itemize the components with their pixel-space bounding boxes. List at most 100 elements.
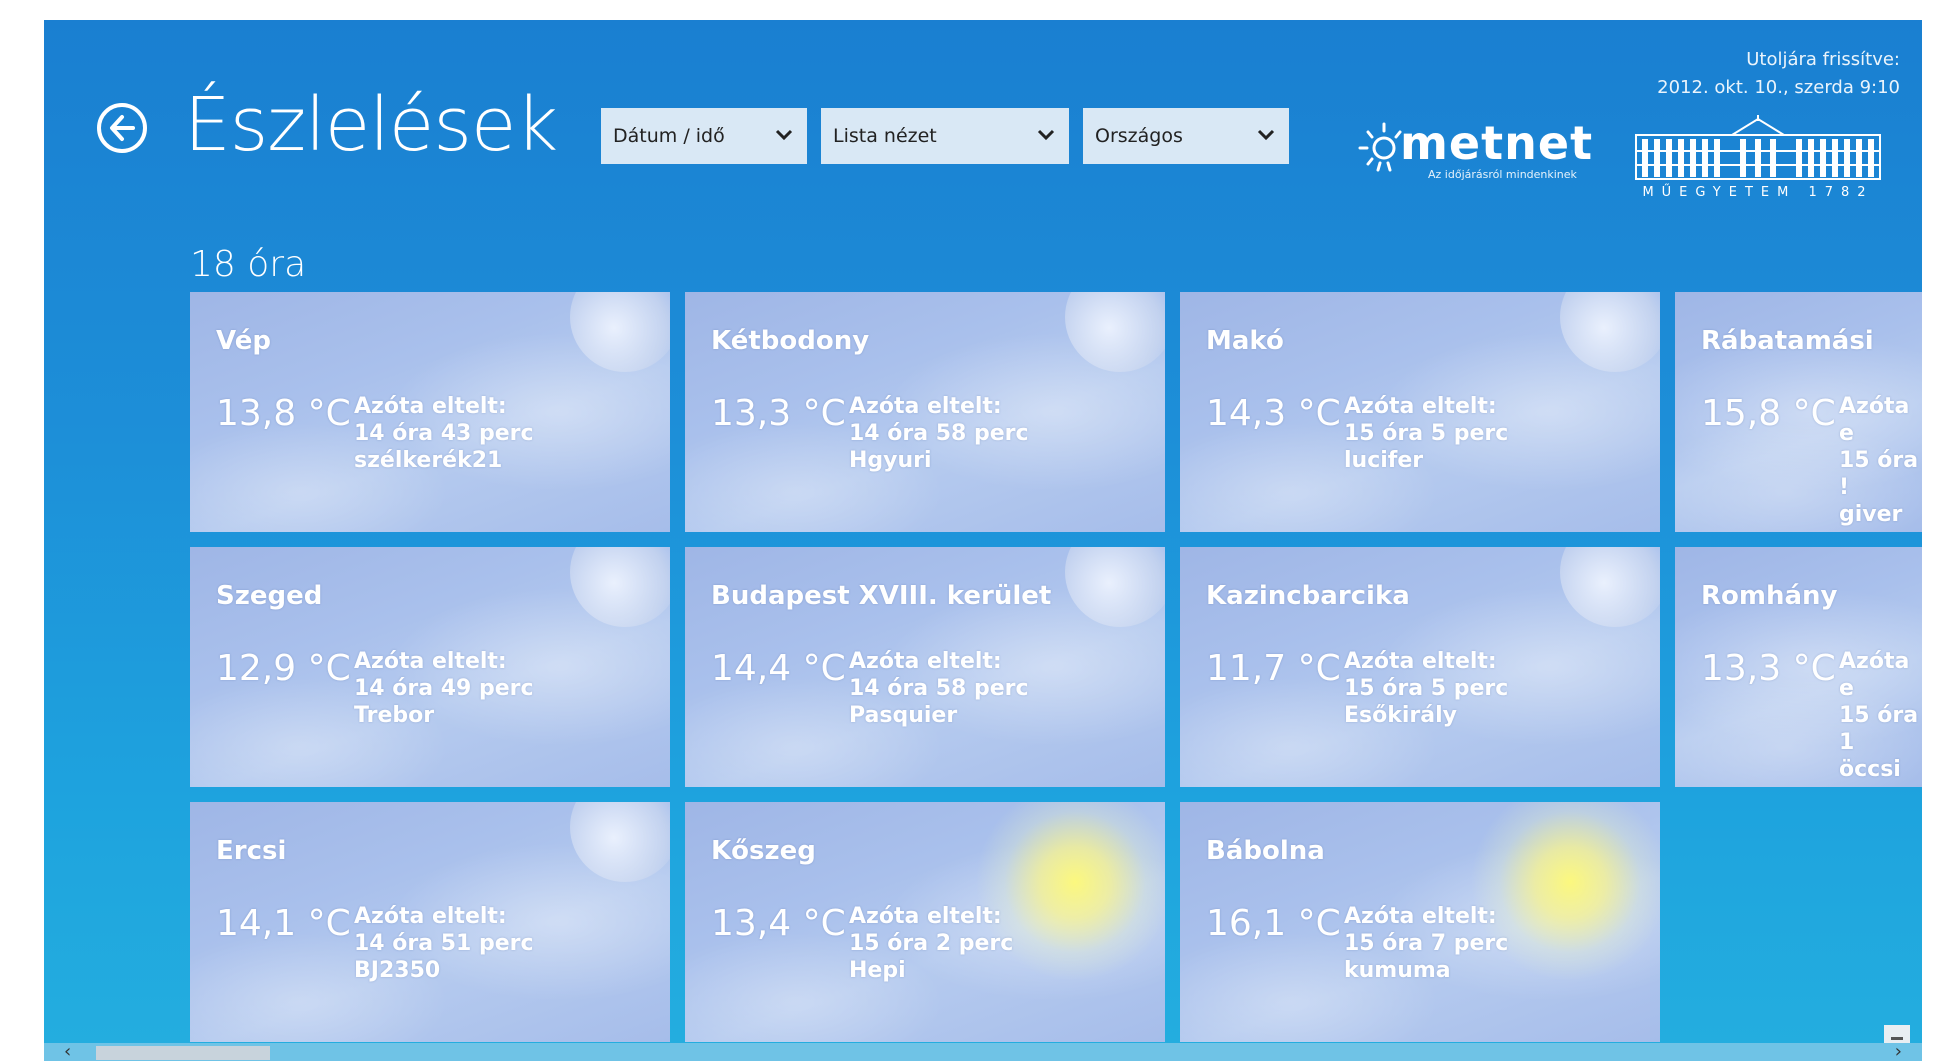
tile-city: Ercsi — [216, 836, 287, 866]
horizontal-scrollbar[interactable]: ‹ › — [44, 1043, 1922, 1061]
tile-elapsed: 15 óra 1 — [1839, 703, 1919, 755]
tile-city: Kétbodony — [711, 326, 870, 356]
filter-datetime-label: Dátum / idő — [613, 125, 725, 147]
tile-temperature: 13,4 °C — [711, 903, 846, 944]
tile-user: öccsi — [1839, 757, 1901, 782]
tile-user: BJ2350 — [354, 958, 441, 983]
metnet-name: metnet — [1400, 116, 1594, 170]
observation-tile-ketbodony[interactable]: Kétbodony 13,3 °C Azóta eltelt: 14 óra 5… — [685, 292, 1165, 532]
tile-elapsed-label: Azóta eltelt: — [1344, 649, 1497, 674]
tile-elapsed: 14 óra 43 perc — [354, 421, 534, 446]
tile-info: Azóta eltelt: 15 óra 5 perc Esőkirály — [1344, 648, 1508, 729]
tile-elapsed: 15 óra ! — [1839, 448, 1919, 500]
tile-info: Azóta eltelt: 14 óra 51 perc BJ2350 — [354, 903, 534, 984]
tile-info: Azóta eltelt: 14 óra 43 perc szélkerék21 — [354, 393, 534, 474]
tile-temperature: 14,3 °C — [1206, 393, 1341, 434]
observation-tile-ercsi[interactable]: Ercsi 14,1 °C Azóta eltelt: 14 óra 51 pe… — [190, 802, 670, 1042]
tile-elapsed-label: Azóta e — [1839, 649, 1910, 701]
arrow-left-icon — [110, 115, 135, 141]
tile-elapsed-label: Azóta eltelt: — [354, 904, 507, 929]
observation-tile-babolna[interactable]: Bábolna 16,1 °C Azóta eltelt: 15 óra 7 p… — [1180, 802, 1660, 1042]
scrollbar-thumb[interactable] — [96, 1046, 270, 1060]
tile-user: Pasquier — [849, 703, 958, 728]
observation-tile-vep[interactable]: Vép 13,8 °C Azóta eltelt: 14 óra 43 perc… — [190, 292, 670, 532]
tile-elapsed: 15 óra 7 perc — [1344, 931, 1509, 956]
tile-user: Trebor — [354, 703, 435, 728]
filter-region-label: Országos — [1095, 125, 1183, 147]
tile-elapsed: 14 óra 58 perc — [849, 421, 1029, 446]
filter-view-dropdown[interactable]: Lista nézet — [821, 108, 1069, 164]
last-updated-value: 2012. okt. 10., szerda 9:10 — [1657, 77, 1900, 98]
chevron-down-icon — [1037, 129, 1055, 141]
tile-temperature: 13,8 °C — [216, 393, 351, 434]
tile-info: Azóta e 15 óra ! giver — [1839, 393, 1922, 528]
tile-temperature: 14,4 °C — [711, 648, 846, 689]
last-updated: Utoljára frissítve: 2012. okt. 10., szer… — [1657, 46, 1900, 102]
tile-info: Azóta eltelt: 15 óra 7 perc kumuma — [1344, 903, 1508, 984]
tile-elapsed-label: Azóta e — [1839, 394, 1910, 446]
tile-city: Bábolna — [1206, 836, 1325, 866]
tile-elapsed: 15 óra 2 perc — [849, 931, 1014, 956]
metnet-logo: metnet Az időjárásról mindenkinek — [1356, 116, 1606, 188]
page-title: Észlelések — [184, 82, 558, 168]
tile-elapsed-label: Azóta eltelt: — [354, 649, 507, 674]
chevron-down-icon — [1257, 129, 1275, 141]
tile-elapsed: 15 óra 5 perc — [1344, 676, 1509, 701]
last-updated-label: Utoljára frissítve: — [1746, 49, 1900, 70]
tile-info: Azóta eltelt: 14 óra 49 perc Trebor — [354, 648, 534, 729]
tile-elapsed-label: Azóta eltelt: — [1344, 904, 1497, 929]
tile-info: Azóta eltelt: 14 óra 58 perc Pasquier — [849, 648, 1029, 729]
university-building-icon — [1635, 115, 1881, 180]
tile-info: Azóta e 15 óra 1 öccsi — [1839, 648, 1922, 783]
back-button[interactable] — [97, 103, 147, 153]
tile-temperature: 12,9 °C — [216, 648, 351, 689]
tile-city: Vép — [216, 326, 271, 356]
filter-datetime-dropdown[interactable]: Dátum / idő — [601, 108, 807, 164]
tile-temperature: 14,1 °C — [216, 903, 351, 944]
observation-tile-koszeg[interactable]: Kőszeg 13,4 °C Azóta eltelt: 15 óra 2 pe… — [685, 802, 1165, 1042]
tile-elapsed-label: Azóta eltelt: — [1344, 394, 1497, 419]
observation-tile-rabatamasi[interactable]: Rábatamási 15,8 °C Azóta e 15 óra ! give… — [1675, 292, 1922, 532]
tile-user: giver — [1839, 502, 1903, 527]
chevron-right-icon[interactable]: › — [1895, 1043, 1902, 1061]
tile-elapsed: 14 óra 58 perc — [849, 676, 1029, 701]
tile-user: szélkerék21 — [354, 448, 503, 473]
tile-elapsed: 15 óra 5 perc — [1344, 421, 1509, 446]
observation-tile-szeged[interactable]: Szeged 12,9 °C Azóta eltelt: 14 óra 49 p… — [190, 547, 670, 787]
filter-region-dropdown[interactable]: Országos — [1083, 108, 1289, 164]
tile-elapsed: 14 óra 51 perc — [354, 931, 534, 956]
filter-view-label: Lista nézet — [833, 125, 937, 147]
tile-city: Szeged — [216, 581, 323, 611]
tile-user: kumuma — [1344, 958, 1451, 983]
metnet-tagline: Az időjárásról mindenkinek — [1428, 168, 1577, 181]
tile-temperature: 13,3 °C — [711, 393, 846, 434]
tile-city: Romhány — [1701, 581, 1838, 611]
tile-temperature: 13,3 °C — [1701, 648, 1836, 689]
tile-elapsed-label: Azóta eltelt: — [354, 394, 507, 419]
tile-user: lucifer — [1344, 448, 1424, 473]
app-window: Észlelések Dátum / idő Lista nézet Orszá… — [44, 20, 1922, 1061]
tile-temperature: 15,8 °C — [1701, 393, 1836, 434]
chevron-left-icon[interactable]: ‹ — [64, 1043, 71, 1061]
tile-city: Kazincbarcika — [1206, 581, 1410, 611]
tile-city: Rábatamási — [1701, 326, 1874, 356]
muegyetem-text: MŰEGYETEM 1782 — [1642, 185, 1874, 200]
observation-tile-mako[interactable]: Makó 14,3 °C Azóta eltelt: 15 óra 5 perc… — [1180, 292, 1660, 532]
tile-elapsed-label: Azóta eltelt: — [849, 394, 1002, 419]
observation-tile-budapest-xviii[interactable]: Budapest XVIII. kerület 14,4 °C Azóta el… — [685, 547, 1165, 787]
tile-info: Azóta eltelt: 15 óra 5 perc lucifer — [1344, 393, 1508, 474]
tile-temperature: 16,1 °C — [1206, 903, 1341, 944]
tile-user: Hepi — [849, 958, 906, 983]
tile-city: Kőszeg — [711, 836, 816, 866]
minus-icon — [1891, 1037, 1903, 1040]
observation-tile-romhany[interactable]: Romhány 13,3 °C Azóta e 15 óra 1 öccsi — [1675, 547, 1922, 787]
tile-temperature: 11,7 °C — [1206, 648, 1341, 689]
chevron-down-icon — [775, 129, 793, 141]
tile-elapsed-label: Azóta eltelt: — [849, 904, 1002, 929]
tile-user: Esőkirály — [1344, 703, 1457, 728]
tile-city: Makó — [1206, 326, 1284, 356]
tile-elapsed: 14 óra 49 perc — [354, 676, 534, 701]
tile-user: Hgyuri — [849, 448, 932, 473]
observation-tile-kazincbarcika[interactable]: Kazincbarcika 11,7 °C Azóta eltelt: 15 ó… — [1180, 547, 1660, 787]
tile-city: Budapest XVIII. kerület — [711, 581, 1052, 611]
